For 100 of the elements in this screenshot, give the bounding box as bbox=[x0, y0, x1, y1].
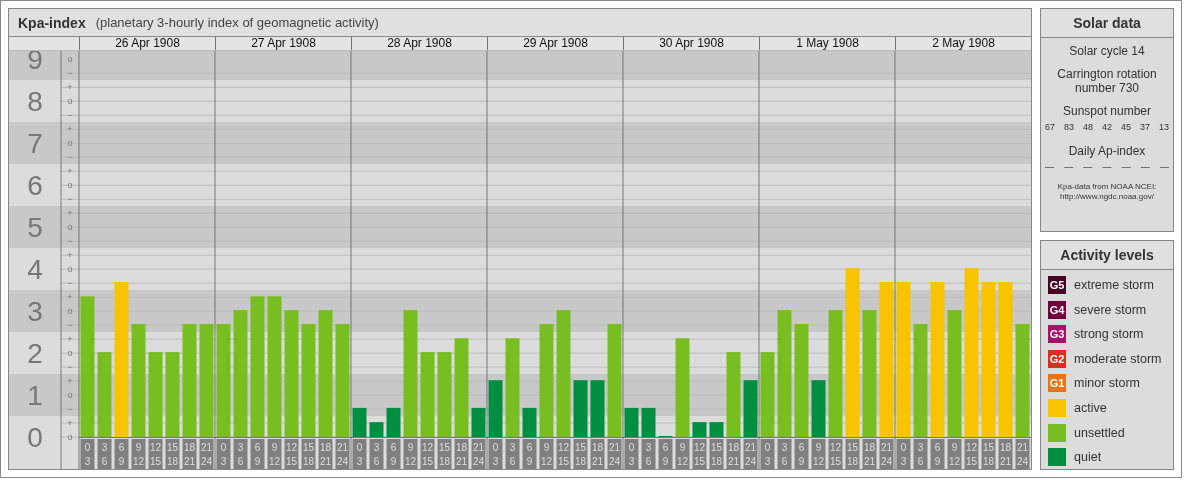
x-tick-label: 0 3 bbox=[356, 442, 363, 467]
sub-level-label: o bbox=[67, 348, 73, 359]
sunspot-value: 42 bbox=[1101, 122, 1112, 132]
legend-label: unsettled bbox=[1074, 425, 1125, 440]
legend-label: quiet bbox=[1074, 450, 1102, 465]
time-slot-label: 9 12 bbox=[947, 439, 962, 469]
kp-level-label: 0 bbox=[27, 422, 43, 453]
time-slot-label: 9 12 bbox=[811, 439, 826, 469]
panel-title: Kpa-index bbox=[18, 14, 86, 31]
sunspot-value: 67 bbox=[1045, 122, 1055, 132]
time-slot-label: 12 15 bbox=[556, 439, 571, 469]
time-slot-label: 3 6 bbox=[369, 439, 384, 469]
time-slot-label: 6 9 bbox=[250, 439, 265, 469]
time-slot-label: 18 21 bbox=[862, 439, 877, 469]
legend-label: strong storm bbox=[1074, 327, 1144, 342]
sub-level-label: + bbox=[67, 376, 73, 387]
sub-level-label: o bbox=[67, 54, 73, 65]
sub-level-label: o bbox=[67, 222, 73, 233]
ap-value: — bbox=[1121, 162, 1131, 172]
time-slot-label: 18 21 bbox=[182, 439, 197, 469]
time-slot-label: 0 3 bbox=[488, 439, 503, 469]
time-slot-label: 9 12 bbox=[539, 439, 554, 469]
panel-title: Activity levels bbox=[1041, 241, 1173, 270]
sub-level-label: − bbox=[67, 278, 73, 289]
sub-level-label: o bbox=[67, 432, 73, 442]
kp-bar bbox=[641, 407, 656, 437]
time-slot-label: 3 6 bbox=[97, 439, 112, 469]
time-slot-label: 9 12 bbox=[131, 439, 146, 469]
time-slot-label: 3 6 bbox=[777, 439, 792, 469]
time-slot-label: 12 15 bbox=[828, 439, 843, 469]
time-slot-label: 6 9 bbox=[658, 439, 673, 469]
time-slot-label: 21 24 bbox=[1015, 439, 1030, 469]
x-tick-label: 0 3 bbox=[628, 442, 635, 467]
sub-level-label: + bbox=[67, 250, 73, 261]
panel-subtitle: (planetary 3-hourly index of geomagnetic activity) bbox=[95, 15, 379, 30]
time-slot-label: 15 18 bbox=[573, 439, 588, 469]
time-slot-label: 9 12 bbox=[675, 439, 690, 469]
time-slot-label: 21 24 bbox=[199, 439, 214, 469]
kp-level-label: 5 bbox=[27, 212, 43, 244]
time-slot-label: 21 24 bbox=[471, 439, 486, 469]
time-slot-label: 12 15 bbox=[964, 439, 979, 469]
carrington-text: Carrington rotation number 730 bbox=[1056, 67, 1158, 95]
kp-bar bbox=[573, 380, 588, 437]
legend-label: moderate storm bbox=[1074, 351, 1162, 366]
time-slot-label: 18 21 bbox=[454, 439, 469, 469]
x-tick-label: 3 6 bbox=[509, 442, 516, 467]
date-label: 26 Apr 1908 bbox=[79, 37, 215, 50]
kp-bar bbox=[369, 422, 384, 437]
kp-bar bbox=[352, 407, 367, 437]
time-slot-label: 15 18 bbox=[981, 439, 996, 469]
ap-heading: Daily Ap-index bbox=[1068, 144, 1146, 158]
kp-level-label: 8 bbox=[27, 86, 43, 118]
legend-label: severe storm bbox=[1074, 302, 1147, 317]
time-slot-label: 18 21 bbox=[726, 439, 741, 469]
ap-value: — bbox=[1083, 162, 1093, 172]
sunspot-value: 37 bbox=[1139, 122, 1150, 132]
sub-level-label: − bbox=[67, 110, 73, 121]
x-tick-label: 0 3 bbox=[492, 442, 499, 467]
x-tick-label: 3 6 bbox=[237, 442, 244, 467]
x-tick-label: 6 9 bbox=[526, 442, 533, 467]
sub-level-label: + bbox=[67, 124, 73, 135]
date-label: 2 May 1908 bbox=[895, 37, 1031, 50]
time-slot-label: 0 3 bbox=[624, 439, 639, 469]
time-slot-label: 0 3 bbox=[896, 439, 911, 469]
sub-level-label: o bbox=[67, 306, 73, 317]
x-tick-label: 6 9 bbox=[390, 442, 397, 467]
sub-level-label: − bbox=[67, 362, 73, 373]
kp-level-label: 7 bbox=[27, 128, 43, 160]
sub-level-label: o bbox=[67, 138, 73, 149]
x-tick-label: 6 9 bbox=[798, 442, 805, 467]
time-slot-label: 12 15 bbox=[420, 439, 435, 469]
time-slot-label: 6 9 bbox=[114, 439, 129, 469]
x-tick-label: 0 3 bbox=[764, 442, 771, 467]
storm-badge: G4 bbox=[1048, 300, 1066, 319]
storm-badge: G5 bbox=[1048, 276, 1066, 294]
sub-level-label: − bbox=[67, 152, 73, 163]
time-slot-label: 18 21 bbox=[998, 439, 1013, 469]
solar-cycle-text: Solar cycle 14 bbox=[1069, 44, 1145, 58]
x-tick-label: 6 9 bbox=[118, 442, 125, 467]
x-tick-label: 3 6 bbox=[917, 442, 924, 467]
time-slot-label: 6 9 bbox=[794, 439, 809, 469]
time-slot-label: 6 9 bbox=[522, 439, 537, 469]
time-slot-label: 0 3 bbox=[760, 439, 775, 469]
time-slot-label: 15 18 bbox=[709, 439, 724, 469]
time-slot-label: 0 3 bbox=[352, 439, 367, 469]
sub-level-label: o bbox=[67, 264, 73, 275]
time-slot-label: 6 9 bbox=[930, 439, 945, 469]
kp-bar bbox=[522, 407, 537, 437]
sub-level-label: + bbox=[67, 334, 73, 345]
time-slot-label: 18 21 bbox=[318, 439, 333, 469]
x-tick-label: 0 3 bbox=[900, 442, 907, 467]
ap-value: — bbox=[1064, 162, 1074, 172]
ap-value: — bbox=[1140, 162, 1150, 172]
kp-level-label: 1 bbox=[27, 380, 43, 412]
x-tick-label: 6 9 bbox=[934, 442, 941, 467]
source-url: http://www.ngdc.noaa.gov/ bbox=[1060, 192, 1154, 202]
sunspot-value: 45 bbox=[1120, 122, 1131, 132]
kp-bar bbox=[624, 407, 639, 437]
x-tick-label: 6 9 bbox=[254, 442, 261, 467]
x-tick-label: 6 9 bbox=[662, 442, 669, 467]
